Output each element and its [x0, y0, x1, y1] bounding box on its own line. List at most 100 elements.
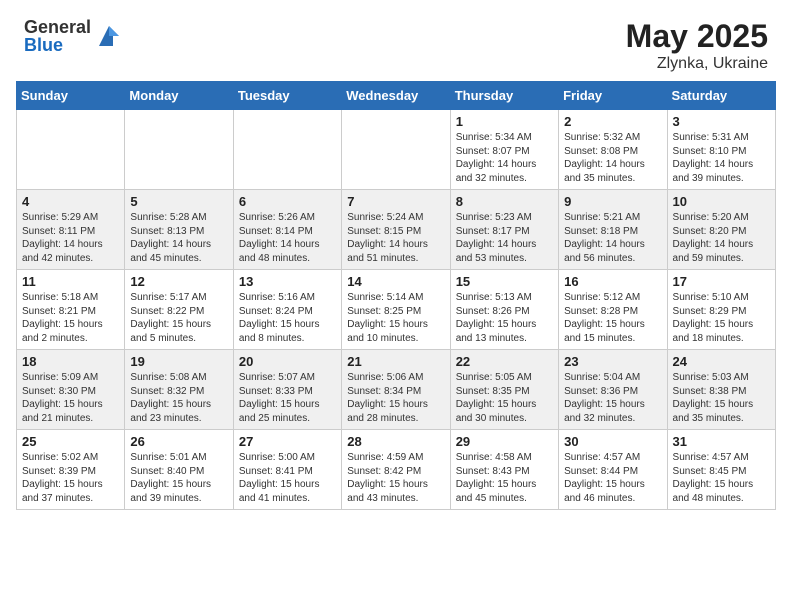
day-info: Sunrise: 5:34 AM Sunset: 8:07 PM Dayligh…: [456, 132, 537, 184]
day-number: 1: [456, 114, 553, 129]
day-info: Sunrise: 5:00 AM Sunset: 8:41 PM Dayligh…: [239, 452, 320, 504]
day-number: 22: [456, 354, 553, 369]
calendar-cell: 12 Sunrise: 5:17 AM Sunset: 8:22 PM Dayli…: [125, 270, 233, 350]
calendar-cell: 3Sunrise: 5:31 AM Sunset: 8:10 PM Daylig…: [667, 110, 775, 190]
calendar-cell: 17 Sunrise: 5:10 AM Sunset: 8:29 PM Dayli…: [667, 270, 775, 350]
day-info: Sunrise: 5:05 AM Sunset: 8:35 PM Dayligh…: [456, 372, 537, 424]
calendar-cell: [233, 110, 341, 190]
weekday-header-thursday: Thursday: [450, 82, 558, 110]
day-number: 11: [22, 274, 119, 289]
day-info: Sunrise: 5:18 AM Sunset: 8:21 PM Dayligh…: [22, 292, 103, 344]
calendar-cell: 21Sunrise: 5:06 AM Sunset: 8:34 PM Dayli…: [342, 350, 450, 430]
calendar-cell: 26Sunrise: 5:01 AM Sunset: 8:40 PM Dayli…: [125, 430, 233, 510]
calendar-cell: 4 Sunrise: 5:29 AM Sunset: 8:11 PM Daylig…: [17, 190, 125, 270]
day-number: 17: [673, 274, 770, 289]
title-block: May 2025 Zlynka, Ukraine: [626, 18, 768, 73]
calendar-cell: 19 Sunrise: 5:08 AM Sunset: 8:32 PM Dayli…: [125, 350, 233, 430]
day-info: Sunrise: 5:26 AM Sunset: 8:14 PM Dayligh…: [239, 212, 320, 264]
logo-general-text: General: [24, 18, 91, 36]
day-number: 14: [347, 274, 444, 289]
calendar-cell: 6 Sunrise: 5:26 AM Sunset: 8:14 PM Daylig…: [233, 190, 341, 270]
day-number: 6: [239, 194, 336, 209]
logo: General Blue: [24, 18, 123, 54]
calendar-cell: 9Sunrise: 5:21 AM Sunset: 8:18 PM Daylig…: [559, 190, 667, 270]
day-info: Sunrise: 5:20 AM Sunset: 8:20 PM Dayligh…: [673, 212, 754, 264]
calendar-cell: [17, 110, 125, 190]
day-info: Sunrise: 4:57 AM Sunset: 8:45 PM Dayligh…: [673, 452, 754, 504]
calendar-cell: [125, 110, 233, 190]
day-number: 31: [673, 434, 770, 449]
logo-blue-text: Blue: [24, 36, 91, 54]
day-info: Sunrise: 5:14 AM Sunset: 8:25 PM Dayligh…: [347, 292, 428, 344]
day-info: Sunrise: 5:17 AM Sunset: 8:22 PM Dayligh…: [130, 292, 211, 344]
calendar-week-row-4: 18Sunrise: 5:09 AM Sunset: 8:30 PM Dayli…: [17, 350, 776, 430]
page-header: General Blue May 2025 Zlynka, Ukraine: [0, 0, 792, 81]
day-number: 12: [130, 274, 227, 289]
day-number: 4: [22, 194, 119, 209]
calendar-cell: 10 Sunrise: 5:20 AM Sunset: 8:20 PM Dayli…: [667, 190, 775, 270]
logo-icon: [95, 22, 123, 50]
day-number: 23: [564, 354, 661, 369]
day-info: Sunrise: 5:16 AM Sunset: 8:24 PM Dayligh…: [239, 292, 320, 344]
day-info: Sunrise: 5:28 AM Sunset: 8:13 PM Dayligh…: [130, 212, 211, 264]
calendar-cell: 16 Sunrise: 5:12 AM Sunset: 8:28 PM Dayli…: [559, 270, 667, 350]
day-number: 21: [347, 354, 444, 369]
day-info: Sunrise: 4:59 AM Sunset: 8:42 PM Dayligh…: [347, 452, 428, 504]
calendar-cell: 27 Sunrise: 5:00 AM Sunset: 8:41 PM Dayli…: [233, 430, 341, 510]
calendar-cell: 25 Sunrise: 5:02 AM Sunset: 8:39 PM Dayli…: [17, 430, 125, 510]
calendar-cell: 7 Sunrise: 5:24 AM Sunset: 8:15 PM Daylig…: [342, 190, 450, 270]
calendar-cell: 1 Sunrise: 5:34 AM Sunset: 8:07 PM Daylig…: [450, 110, 558, 190]
day-info: Sunrise: 5:12 AM Sunset: 8:28 PM Dayligh…: [564, 292, 645, 344]
day-info: Sunrise: 5:02 AM Sunset: 8:39 PM Dayligh…: [22, 452, 103, 504]
day-info: Sunrise: 5:07 AM Sunset: 8:33 PM Dayligh…: [239, 372, 320, 424]
day-info: Sunrise: 5:03 AM Sunset: 8:38 PM Dayligh…: [673, 372, 754, 424]
calendar-cell: 23 Sunrise: 5:04 AM Sunset: 8:36 PM Dayli…: [559, 350, 667, 430]
day-number: 7: [347, 194, 444, 209]
day-number: 3: [673, 114, 770, 129]
location: Zlynka, Ukraine: [626, 55, 768, 73]
day-number: 5: [130, 194, 227, 209]
calendar-cell: 8Sunrise: 5:23 AM Sunset: 8:17 PM Daylig…: [450, 190, 558, 270]
calendar-cell: 24 Sunrise: 5:03 AM Sunset: 8:38 PM Dayli…: [667, 350, 775, 430]
calendar-cell: 14 Sunrise: 5:14 AM Sunset: 8:25 PM Dayli…: [342, 270, 450, 350]
calendar-cell: 30 Sunrise: 4:57 AM Sunset: 8:44 PM Dayli…: [559, 430, 667, 510]
calendar-cell: 20 Sunrise: 5:07 AM Sunset: 8:33 PM Dayli…: [233, 350, 341, 430]
day-info: Sunrise: 5:29 AM Sunset: 8:11 PM Dayligh…: [22, 212, 103, 264]
calendar-cell: 11 Sunrise: 5:18 AM Sunset: 8:21 PM Dayli…: [17, 270, 125, 350]
calendar-week-row-3: 11 Sunrise: 5:18 AM Sunset: 8:21 PM Dayli…: [17, 270, 776, 350]
calendar-week-row-5: 25 Sunrise: 5:02 AM Sunset: 8:39 PM Dayli…: [17, 430, 776, 510]
day-number: 15: [456, 274, 553, 289]
day-number: 30: [564, 434, 661, 449]
day-number: 25: [22, 434, 119, 449]
day-number: 24: [673, 354, 770, 369]
calendar-cell: [342, 110, 450, 190]
calendar-cell: 18Sunrise: 5:09 AM Sunset: 8:30 PM Dayli…: [17, 350, 125, 430]
calendar-table: SundayMondayTuesdayWednesdayThursdayFrid…: [16, 81, 776, 510]
calendar-cell: 22 Sunrise: 5:05 AM Sunset: 8:35 PM Dayli…: [450, 350, 558, 430]
day-number: 26: [130, 434, 227, 449]
day-number: 19: [130, 354, 227, 369]
calendar-week-row-1: 1 Sunrise: 5:34 AM Sunset: 8:07 PM Daylig…: [17, 110, 776, 190]
day-info: Sunrise: 4:57 AM Sunset: 8:44 PM Dayligh…: [564, 452, 645, 504]
weekday-header-tuesday: Tuesday: [233, 82, 341, 110]
day-number: 28: [347, 434, 444, 449]
day-info: Sunrise: 5:08 AM Sunset: 8:32 PM Dayligh…: [130, 372, 211, 424]
calendar-cell: 15Sunrise: 5:13 AM Sunset: 8:26 PM Dayli…: [450, 270, 558, 350]
day-number: 10: [673, 194, 770, 209]
day-info: Sunrise: 5:32 AM Sunset: 8:08 PM Dayligh…: [564, 132, 645, 184]
calendar-cell: 2Sunrise: 5:32 AM Sunset: 8:08 PM Daylig…: [559, 110, 667, 190]
day-number: 16: [564, 274, 661, 289]
calendar-cell: 28 Sunrise: 4:59 AM Sunset: 8:42 PM Dayli…: [342, 430, 450, 510]
month-year: May 2025: [626, 18, 768, 55]
day-info: Sunrise: 5:09 AM Sunset: 8:30 PM Dayligh…: [22, 372, 103, 424]
day-info: Sunrise: 5:10 AM Sunset: 8:29 PM Dayligh…: [673, 292, 754, 344]
day-number: 29: [456, 434, 553, 449]
day-number: 20: [239, 354, 336, 369]
calendar-cell: 13Sunrise: 5:16 AM Sunset: 8:24 PM Dayli…: [233, 270, 341, 350]
day-info: Sunrise: 5:24 AM Sunset: 8:15 PM Dayligh…: [347, 212, 428, 264]
day-number: 27: [239, 434, 336, 449]
weekday-header-wednesday: Wednesday: [342, 82, 450, 110]
day-number: 8: [456, 194, 553, 209]
day-info: Sunrise: 5:04 AM Sunset: 8:36 PM Dayligh…: [564, 372, 645, 424]
day-info: Sunrise: 5:21 AM Sunset: 8:18 PM Dayligh…: [564, 212, 645, 264]
